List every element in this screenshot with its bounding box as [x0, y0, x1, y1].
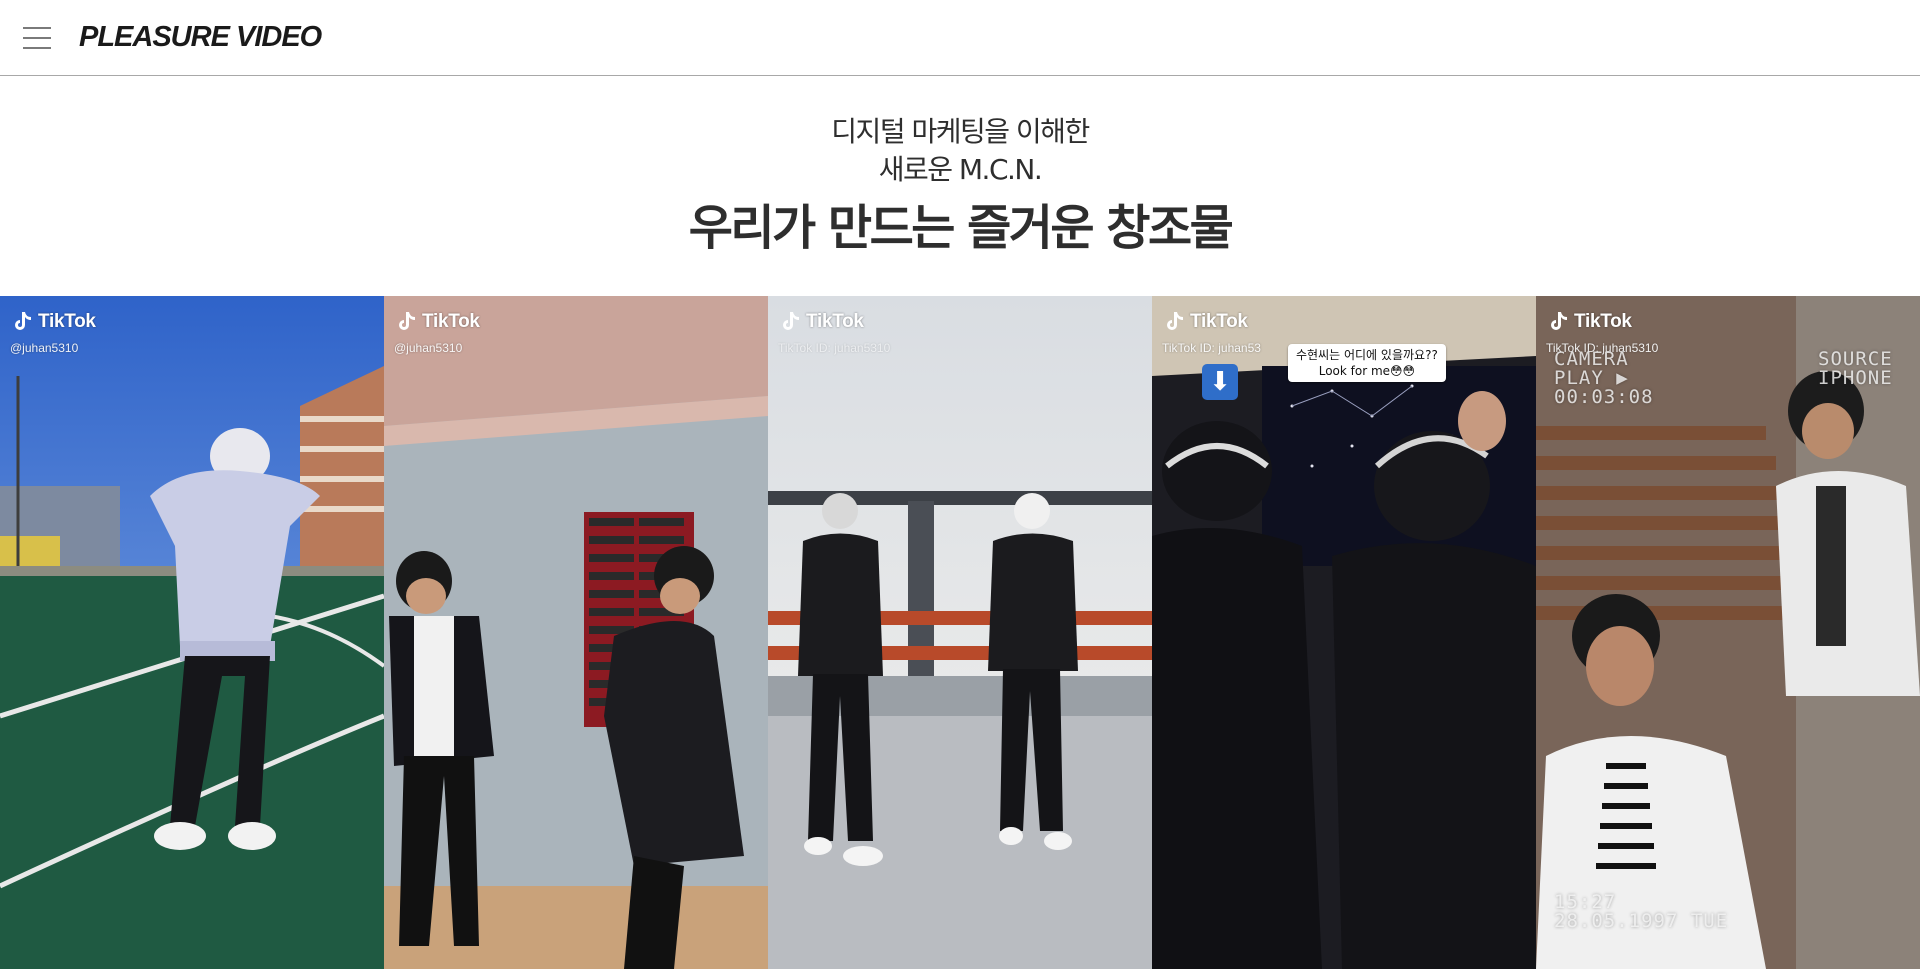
- site-header: PLEASURE VIDEO: [0, 0, 1920, 76]
- hero-subtitle-line-1: 디지털 마케팅을 이해한: [831, 115, 1090, 148]
- down-arrow-icon: ⬇: [1202, 364, 1238, 400]
- vhs-date: 28.05.1997 TUE: [1554, 910, 1729, 932]
- video-tile-4[interactable]: TikTok TikTok ID: juhan53 ⬇ 수현씨는 어디에 있을까…: [1152, 296, 1536, 969]
- tiktok-brand: TikTok: [422, 311, 480, 332]
- video-caption-line-2: Look for me😳😳: [1318, 364, 1416, 378]
- tiktok-brand: TikTok: [1574, 311, 1632, 332]
- video-tile-1[interactable]: TikTok @juhan5310: [0, 296, 384, 969]
- hero-headline: 우리가 만드는 즐거운 창조물: [688, 200, 1234, 256]
- tiktok-handle: @juhan5310: [394, 341, 463, 355]
- tiktok-note-icon: [15, 312, 31, 330]
- video-caption-line-1: 수현씨는 어디에 있을까요??: [1296, 348, 1438, 362]
- tiktok-handle: TikTok ID: juhan53: [1162, 341, 1261, 355]
- video-tile-3[interactable]: TikTok TikTok ID: juhan5310: [768, 296, 1152, 969]
- tiktok-note-icon: [1167, 312, 1183, 330]
- vhs-device-label: IPHONE: [1818, 367, 1893, 389]
- site-logo[interactable]: PLEASURE VIDEO: [79, 19, 322, 55]
- video-thumbnail-football-field: [0, 296, 384, 969]
- video-thumbnail-rooftop: [768, 296, 1152, 969]
- tiktok-badge: TikTok: [1164, 310, 1248, 334]
- tiktok-brand: TikTok: [806, 311, 864, 332]
- hamburger-menu-icon[interactable]: [23, 27, 51, 49]
- video-gallery: TikTok @juhan5310 TikTok @juhan5310 TikT…: [0, 296, 1920, 969]
- video-tile-2[interactable]: TikTok @juhan5310: [384, 296, 768, 969]
- video-tile-5[interactable]: TikTok TikTok ID: juhan5310 CAMERA PLAY …: [1536, 296, 1920, 969]
- tiktok-badge: TikTok: [12, 310, 96, 334]
- tiktok-badge: TikTok: [1548, 310, 1632, 334]
- tiktok-badge: TikTok: [396, 310, 480, 334]
- tiktok-badge: TikTok: [780, 310, 864, 334]
- video-thumbnail-indoor-dance: [384, 296, 768, 969]
- tiktok-handle: TikTok ID: juhan5310: [778, 341, 891, 355]
- vhs-timecode: 00:03:08: [1554, 386, 1654, 408]
- tiktok-note-icon: [1551, 312, 1567, 330]
- hero-section: 디지털 마케팅을 이해한 새로운 M.C.N. 우리가 만드는 즐거운 창조물: [0, 113, 1920, 259]
- tiktok-brand: TikTok: [38, 311, 96, 332]
- hero-subtitle-line-2: 새로운 M.C.N.: [878, 153, 1043, 186]
- tiktok-handle: @juhan5310: [10, 341, 79, 355]
- tiktok-note-icon: [399, 312, 415, 330]
- tiktok-brand: TikTok: [1190, 311, 1248, 332]
- video-caption: 수현씨는 어디에 있을까요?? Look for me😳😳: [1288, 344, 1446, 382]
- tiktok-note-icon: [783, 312, 799, 330]
